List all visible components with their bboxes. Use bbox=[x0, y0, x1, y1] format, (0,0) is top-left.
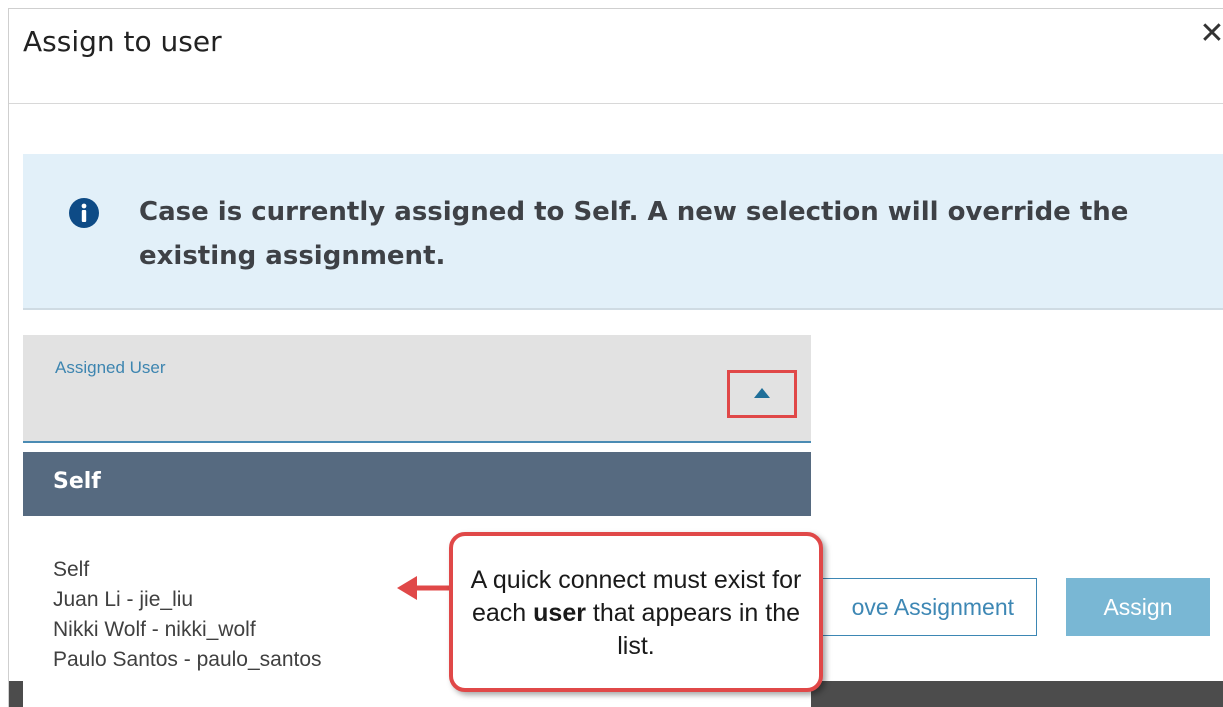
info-icon bbox=[69, 198, 99, 228]
list-item[interactable]: Self bbox=[53, 558, 89, 582]
dialog-title: Assign to user bbox=[23, 25, 222, 58]
list-item[interactable]: Nikki Wolf - nikki_wolf bbox=[53, 618, 256, 642]
list-item[interactable]: Juan Li - jie_liu bbox=[53, 588, 193, 612]
info-alert: Case is currently assigned to Self. A ne… bbox=[23, 154, 1223, 310]
assign-button[interactable]: Assign bbox=[1066, 578, 1210, 636]
header-divider bbox=[9, 103, 1223, 104]
annotation-callout: A quick connect must exist for each user… bbox=[449, 532, 823, 692]
assigned-user-select[interactable]: Assigned User bbox=[23, 335, 811, 443]
caret-up-icon bbox=[754, 388, 770, 398]
callout-arrow bbox=[397, 576, 451, 600]
list-item[interactable]: Paulo Santos - paulo_santos bbox=[53, 648, 322, 672]
close-icon[interactable]: ✕ bbox=[1197, 19, 1223, 49]
assigned-user-label: Assigned User bbox=[55, 358, 166, 377]
selected-option-label: Self bbox=[53, 469, 101, 494]
selected-option[interactable]: Self bbox=[23, 452, 811, 516]
callout-emphasis: user bbox=[533, 599, 586, 627]
alert-message: Case is currently assigned to Self. A ne… bbox=[139, 197, 1129, 271]
callout-text: A quick connect must exist for each user… bbox=[470, 566, 802, 660]
assign-dialog: Assign to user ✕ Case is currently assig… bbox=[8, 8, 1223, 707]
dropdown-toggle[interactable] bbox=[727, 370, 797, 418]
